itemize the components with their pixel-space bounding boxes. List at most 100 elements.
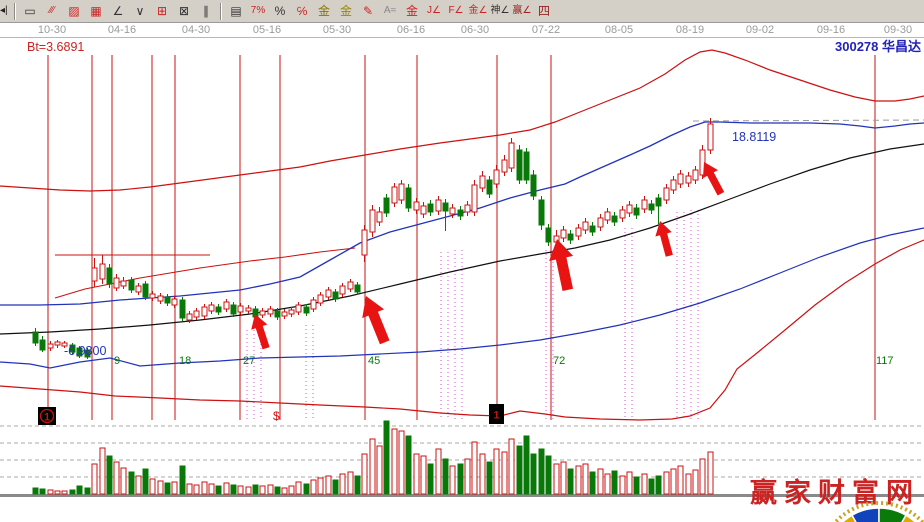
volume-bar — [85, 488, 90, 494]
volume-bar — [436, 449, 441, 494]
grid-arrow-tool-icon[interactable]: ⊠ — [173, 2, 195, 21]
candle — [355, 285, 360, 292]
date-label: 05-16 — [253, 24, 281, 36]
gold-angle-icon[interactable]: 金∠ — [467, 2, 489, 21]
candle — [664, 188, 669, 200]
app-window: { "window": {"width": 924, "height": 522… — [0, 0, 924, 522]
candle — [172, 299, 177, 305]
candle — [224, 302, 229, 309]
gann-box-tool-icon[interactable]: ▦ — [85, 2, 107, 21]
candle — [612, 216, 617, 222]
volume-bar — [377, 446, 382, 494]
volume-bar — [362, 454, 367, 494]
day-count-label: 27 — [243, 355, 255, 367]
candle — [33, 332, 38, 343]
volume-bar — [642, 474, 647, 494]
volume-bar — [304, 484, 309, 494]
volume-bar — [216, 486, 221, 494]
volume-bar — [583, 464, 588, 494]
candle — [517, 150, 522, 180]
candle — [678, 174, 683, 184]
date-label: 08-19 — [676, 24, 704, 36]
j-angle-icon[interactable]: J∠ — [423, 2, 445, 21]
candle — [202, 307, 207, 316]
gold-circle-icon[interactable]: 金 — [313, 2, 335, 21]
candle-brush-icon[interactable]: ✎ — [357, 2, 379, 21]
candle — [406, 188, 411, 208]
day-count-label: 18 — [179, 355, 191, 367]
grid-tool-icon[interactable]: ⊞ — [151, 2, 173, 21]
candle — [238, 306, 243, 312]
candle — [107, 268, 112, 284]
chart-canvas[interactable]: 11$Bt=3.6891300278 华昌达18.8119-6.98009182… — [0, 38, 924, 522]
date-label: 04-30 — [182, 24, 210, 36]
volume-bar — [348, 472, 353, 494]
volume-bar — [406, 436, 411, 494]
volume-bar — [458, 464, 463, 494]
candle — [100, 264, 105, 279]
volume-bar — [517, 446, 522, 494]
volume-bar — [296, 482, 301, 494]
candle — [129, 280, 134, 290]
si-icon[interactable]: 四 — [533, 2, 555, 21]
volume-bar — [509, 439, 514, 494]
trend-line-tool-icon[interactable]: ∠ — [107, 2, 129, 21]
candle — [671, 180, 676, 190]
volume-bar — [472, 442, 477, 494]
volume-bar — [209, 484, 214, 494]
day-count-label: 72 — [553, 355, 565, 367]
day-count-label: 117 — [876, 355, 894, 367]
percent-icon[interactable]: % — [269, 2, 291, 21]
candle — [693, 170, 698, 180]
indicator-value-label: Bt=3.6891 — [27, 40, 84, 54]
volume-bar — [620, 476, 625, 494]
candle — [318, 295, 323, 303]
candle — [605, 212, 610, 220]
candle — [561, 230, 566, 238]
candle — [620, 210, 625, 218]
volume-bar — [480, 454, 485, 494]
date-label: 06-30 — [461, 24, 489, 36]
volume-bar — [187, 484, 192, 494]
percent-strike-icon[interactable]: 7% — [247, 2, 269, 21]
prev-partial-icon[interactable]: ◂| — [0, 2, 11, 21]
gold-underline-icon[interactable]: 金 — [401, 2, 423, 21]
wave-tool-icon[interactable]: A≈ — [379, 2, 401, 21]
candle — [392, 187, 397, 203]
price-label: 18.8119 — [732, 130, 776, 144]
f-angle-icon[interactable]: F∠ — [445, 2, 467, 21]
volume-bar — [568, 469, 573, 494]
rectangle-tool-icon[interactable]: ▭ — [19, 2, 41, 21]
volume-bar — [92, 464, 97, 494]
volume-bar — [150, 479, 155, 494]
volume-bar — [246, 487, 251, 494]
percent-line-icon[interactable]: ℅ — [291, 2, 313, 21]
boxed-fan-tool-icon[interactable]: ▨ — [63, 2, 85, 21]
volume-bar — [202, 482, 207, 494]
volume-bar — [399, 431, 404, 494]
candle — [55, 342, 60, 345]
toolbar-separator — [220, 3, 222, 20]
shen-angle-icon[interactable]: 神∠ — [489, 2, 511, 21]
date-label: 07-22 — [532, 24, 560, 36]
candle — [576, 228, 581, 236]
ying-angle-icon[interactable]: 赢∠ — [511, 2, 533, 21]
volume-bar — [62, 491, 67, 494]
indicator-panel-icon[interactable]: ▤ — [225, 2, 247, 21]
volume-bar — [700, 459, 705, 494]
candle — [627, 205, 632, 213]
toolbar: ◂|▭∕∕∕▨▦∠∨⊞⊠∥▤7%%℅金金✎A≈金J∠F∠金∠神∠赢∠四 — [0, 0, 924, 23]
candle — [649, 204, 654, 210]
volume-bar — [686, 474, 691, 494]
volume-bar — [77, 486, 82, 494]
volume-bar — [340, 474, 345, 494]
candle — [165, 297, 170, 303]
parallel-lines-tool-icon[interactable]: ∥ — [195, 2, 217, 21]
candle — [114, 278, 119, 288]
fan-rays-tool-icon[interactable]: ∕∕∕ — [41, 2, 63, 21]
zigzag-tool-icon[interactable]: ∨ — [129, 2, 151, 21]
gold-line-icon[interactable]: 金 — [335, 2, 357, 21]
candle — [304, 307, 309, 313]
volume-bar — [502, 452, 507, 494]
volume-bar — [289, 486, 294, 494]
